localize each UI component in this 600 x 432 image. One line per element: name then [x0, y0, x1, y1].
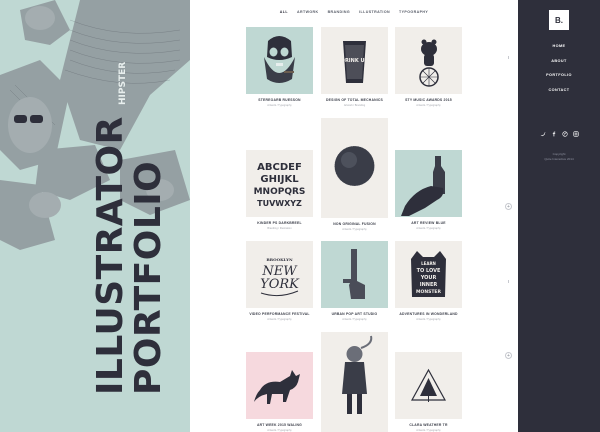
item-title: Video Performance Festival	[249, 312, 310, 316]
filter-typography[interactable]: Typography	[399, 10, 428, 14]
dotted-circle-illustration	[321, 118, 388, 218]
portfolio-item[interactable]: ABCDEF GHIJKL MNOPQRS TUVWXYZ Kinder PS …	[246, 150, 313, 230]
portfolio-filters: All Artwork Branding Illustration Typogr…	[190, 10, 518, 14]
main-nav: Home About Portfolio Contact	[518, 44, 600, 102]
portfolio-item[interactable]: Stereoarb Ruesson Artwork / Typography	[246, 27, 313, 107]
hero-shirt-text: HIPSTER	[118, 62, 128, 105]
plus-icon[interactable]: +	[505, 203, 512, 210]
drink-up-glass-illustration: DRINK UP	[321, 27, 388, 94]
filter-illustration[interactable]: Illustration	[359, 10, 390, 14]
monster-badge-illustration: LEARN TO LOVE YOUR INNER MONSTER	[395, 241, 462, 308]
item-title: Clara Weather Tr	[409, 423, 448, 427]
hand-bottle-illustration	[395, 150, 462, 217]
item-title: Art Review Blue	[411, 221, 446, 225]
twitter-icon[interactable]	[540, 131, 546, 137]
portfolio-item[interactable]: LEARN TO LOVE YOUR INNER MONSTER Adventu…	[395, 241, 462, 321]
portfolio-item[interactable]: Art Review Blue Artwork / Typography	[395, 150, 462, 230]
item-title: Urban Pop Art Studio	[331, 312, 378, 316]
alphabet-row-1: ABCDEF	[257, 162, 302, 173]
art-text-to-love: TO LOVE	[417, 268, 441, 274]
item-category: Artwork / Typography	[416, 428, 441, 432]
alphabet-row-3: MNOPQRS	[254, 187, 306, 197]
plus-icon[interactable]: +	[505, 352, 512, 359]
item-category: Artwork / Branding	[343, 103, 366, 107]
item-category: Artwork / Typography	[416, 226, 441, 230]
item-category: Artwork / Typography	[267, 103, 292, 107]
new-york-lettering-illustration: BROOKLYN NEW YORK	[246, 241, 313, 308]
bear-unicycle-illustration	[395, 27, 462, 94]
nav-portfolio[interactable]: Portfolio	[518, 73, 600, 77]
hero-title-line2: PORTFOLIO	[128, 160, 169, 395]
item-title: Adventures in Wonderland	[399, 312, 458, 316]
item-category: Branding / Illustration	[267, 226, 292, 230]
portfolio-item[interactable]: Urban Pop Art Studio Artwork / Typograph…	[321, 241, 388, 321]
portfolio-item[interactable]: DRINK UP Design of Total Mechanics Artwo…	[321, 27, 388, 107]
diver-figure-illustration	[321, 332, 388, 432]
portfolio-item[interactable]	[321, 332, 388, 432]
alphabet-row-2: GHIJKL	[260, 174, 299, 185]
portfolio-item[interactable]: Non Original Fusion Artwork / Typography	[321, 118, 388, 231]
nav-home[interactable]: Home	[518, 44, 600, 48]
item-title: Non Original Fusion	[333, 222, 376, 226]
facebook-icon[interactable]	[551, 131, 557, 137]
dribbble-icon[interactable]	[561, 131, 568, 137]
item-category: Artwork / Typography	[267, 428, 292, 432]
alphabet-typography-illustration: ABCDEF GHIJKL MNOPQRS TUVWXYZ	[246, 150, 313, 217]
bearded-skull-illustration	[246, 27, 313, 94]
portfolio-item[interactable]: Art Week 2015 Waling Artwork / Typograph…	[246, 352, 313, 432]
scroll-tick	[508, 280, 509, 283]
nav-contact[interactable]: Contact	[518, 88, 600, 92]
copyright: Copyright Quite Interactive 2014	[518, 152, 600, 162]
logo[interactable]: B.	[549, 10, 569, 30]
portfolio-item[interactable]: Clara Weather Tr Artwork / Typography	[395, 352, 462, 432]
portfolio-area: All Artwork Branding Illustration Typogr…	[190, 0, 518, 432]
filter-branding[interactable]: Branding	[328, 10, 351, 14]
alphabet-row-4: TUVWXYZ	[257, 199, 302, 208]
portfolio-item[interactable]: BROOKLYN NEW YORK Video Performance Fest…	[246, 241, 313, 321]
item-title: Sty Music Awards 2015	[405, 98, 452, 102]
sidebar: B. Home About Portfolio Contact Copyrigh…	[518, 0, 600, 432]
art-text-brooklyn: BROOKLYN	[266, 257, 293, 262]
pistol-illustration	[321, 241, 388, 308]
item-title: Art Week 2015 Waling	[256, 423, 303, 427]
art-text-monster: MONSTER	[416, 289, 441, 295]
portfolio-item[interactable]: Sty Music Awards 2015 Artwork / Typograp…	[395, 27, 462, 107]
art-text-inner: INNER	[420, 282, 438, 288]
filter-artwork[interactable]: Artwork	[297, 10, 319, 14]
art-text-your: YOUR	[420, 275, 437, 281]
triangle-tree-illustration	[395, 352, 462, 419]
item-title: Stereoarb Ruesson	[258, 98, 301, 102]
fox-illustration	[246, 352, 313, 419]
item-category: Artwork / Typography	[342, 227, 367, 231]
hero-title: ILLUSTRATOR PORTFOLIO	[90, 116, 169, 395]
hero-panel: HIPSTER ILLUSTRATOR PORTFOLIO	[0, 0, 190, 432]
hero-title-line1: ILLUSTRATOR	[90, 116, 131, 395]
nav-about[interactable]: About	[518, 59, 600, 63]
copyright-line2: Quite Interactive 2014	[544, 157, 574, 161]
item-title: Kinder PS Darkbreel	[257, 221, 302, 225]
scroll-tick	[508, 56, 509, 59]
art-text-york: YORK	[260, 277, 300, 292]
item-category: Artwork / Typography	[342, 317, 367, 321]
item-category: Artwork / Typography	[416, 103, 441, 107]
item-category: Artwork / Typography	[416, 317, 441, 321]
art-text-drink-up: DRINK UP	[341, 58, 369, 64]
social-links	[518, 131, 600, 137]
item-category: Artwork / Typography	[267, 317, 292, 321]
instagram-icon[interactable]	[572, 131, 579, 137]
item-title: Design of Total Mechanics	[326, 98, 383, 102]
art-text-learn: LEARN	[421, 261, 436, 266]
filter-all[interactable]: All	[280, 10, 288, 14]
